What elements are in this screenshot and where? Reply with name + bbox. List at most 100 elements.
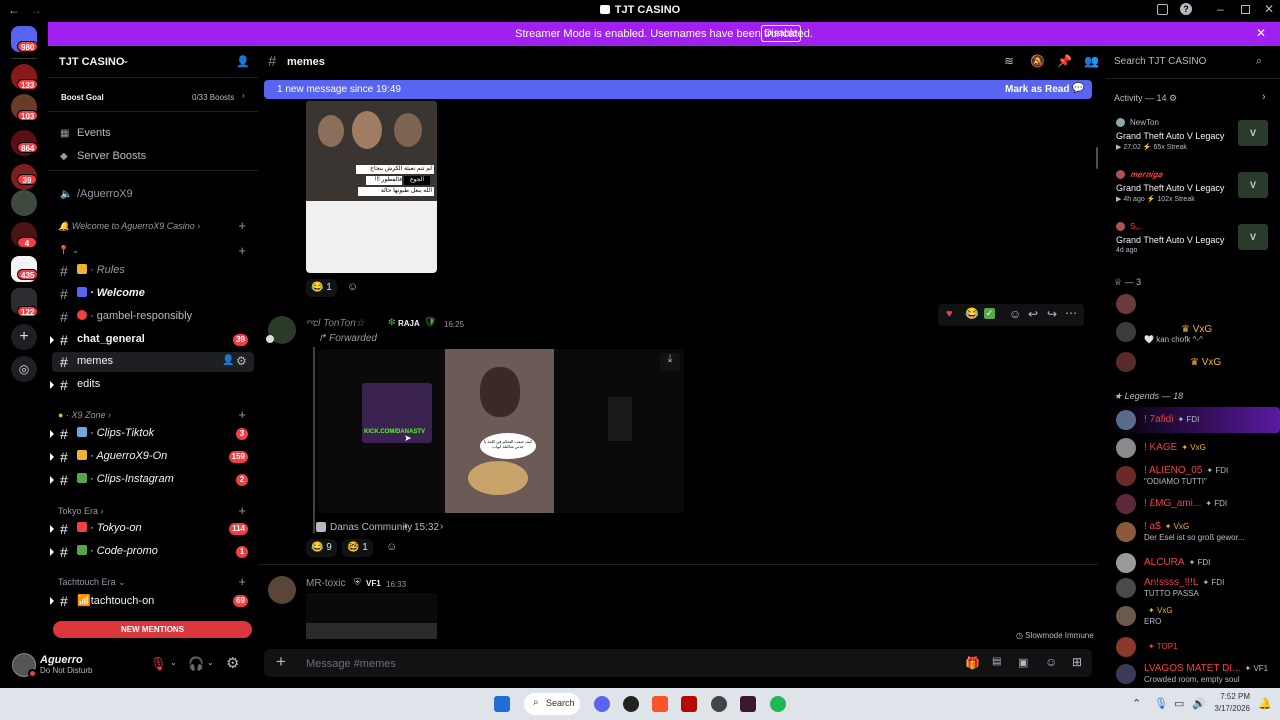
- notifications-icon[interactable]: 🔔: [1258, 697, 1272, 710]
- message-author[interactable]: MR-toxic: [306, 578, 345, 589]
- add-reaction-icon[interactable]: ☺: [1009, 307, 1021, 321]
- category-tachtouch[interactable]: Tachtouch Era ⌄: [58, 577, 126, 588]
- avatar[interactable]: [1116, 294, 1136, 314]
- new-mentions-pill[interactable]: NEW MENTIONS: [53, 621, 252, 638]
- disable-button[interactable]: Disable: [761, 25, 801, 42]
- notification-muted-icon[interactable]: 🔕: [1030, 54, 1045, 68]
- volume-icon[interactable]: 🔊: [1192, 697, 1206, 710]
- headset-deafened-icon[interactable]: 🎧: [188, 656, 204, 672]
- channel-edits[interactable]: # edits: [48, 375, 258, 395]
- brave-browser-icon[interactable]: [652, 696, 668, 712]
- discover-icon[interactable]: ◎: [11, 356, 37, 382]
- message-input[interactable]: Message #memes: [306, 658, 396, 670]
- avatar[interactable]: [1116, 322, 1136, 342]
- taskbar-search[interactable]: ⌕ Search: [524, 693, 580, 715]
- discord-app-icon[interactable]: [594, 696, 610, 712]
- member-row[interactable]: ! ALIENO_05 ✦ FDI "ODIAMO TUTTI": [1106, 463, 1280, 489]
- member-row[interactable]: An!ssss_!!!L ✦ FDI TUTTO PASSA: [1106, 575, 1280, 601]
- category-tokyo[interactable]: Tokyo Era ›: [58, 506, 104, 516]
- banner-close-icon[interactable]: ✕: [1256, 26, 1266, 40]
- channel-clips-instagram[interactable]: # · Clips-Instagram 2: [48, 470, 258, 490]
- attach-plus-icon[interactable]: +: [276, 652, 286, 672]
- message-image[interactable]: [306, 593, 437, 639]
- member-row[interactable]: ✦ TOP1: [1106, 634, 1280, 660]
- activity-item[interactable]: 𝒎𝒆𝒓𝒏𝒊𝒈𝒂 Grand Theft Auto V Legacy ▶ 4h a…: [1106, 168, 1280, 208]
- heart-reaction-icon[interactable]: ♥: [946, 308, 953, 320]
- channel-tachtouch-on[interactable]: # 📶tachtouch-on 69: [48, 591, 258, 611]
- member-list-icon[interactable]: 👥: [1084, 54, 1099, 68]
- sticker-icon[interactable]: ▣: [1018, 656, 1028, 669]
- meme-image[interactable]: لم تتم تعبئة الكرش بنجاح الجوع !!! فالفط…: [306, 101, 437, 273]
- member-row[interactable]: ! a$ ✦ VxG Der Esel ist so groß gewor...: [1106, 519, 1280, 545]
- check-reaction-icon[interactable]: ✓: [984, 308, 995, 319]
- app-icon[interactable]: [740, 696, 756, 712]
- add-reaction-icon[interactable]: ☺: [386, 541, 397, 553]
- gift-icon[interactable]: 🎁: [965, 656, 980, 670]
- chevron-up-icon[interactable]: ⌃: [1132, 697, 1141, 710]
- app-icon[interactable]: [623, 696, 639, 712]
- chevron-down-icon[interactable]: ⌄: [170, 658, 177, 667]
- reaction-chip[interactable]: 😂 1: [306, 279, 337, 297]
- forwarded-image[interactable]: KICK.COM/DANASTV كيف صعب التحكم في كلمة …: [318, 349, 684, 513]
- category-welcome[interactable]: 🔔 Welcome to AguerroX9 Casino ›: [58, 221, 200, 232]
- gear-icon[interactable]: ⚙: [226, 654, 239, 672]
- scrollbar[interactable]: [1096, 147, 1098, 169]
- message-author[interactable]: ᵛᵛcl TonTon☆: [306, 318, 365, 329]
- server-boosts-item[interactable]: ◆ Server Boosts: [48, 147, 258, 167]
- add-channel-icon[interactable]: +: [238, 407, 246, 422]
- search-input[interactable]: Search TJT CASINO ⌕: [1110, 52, 1270, 72]
- server-icon[interactable]: [11, 190, 37, 216]
- minimize-icon[interactable]: –: [1217, 2, 1224, 16]
- channel-welcome[interactable]: # · Welcome: [48, 284, 258, 304]
- channel-tokyo-on[interactable]: # · Tokyo-on 114: [48, 519, 258, 539]
- gear-icon[interactable]: ⚙: [236, 354, 247, 368]
- emoji-icon[interactable]: ☺: [1045, 655, 1057, 669]
- clock-time[interactable]: 7:52 PM: [1210, 692, 1250, 701]
- activity-header[interactable]: Activity — 14 ⚙: [1114, 93, 1177, 104]
- channel-gambel[interactable]: # · gambel-responsibly: [48, 307, 258, 327]
- pinned-messages-icon[interactable]: 📌: [1057, 54, 1072, 68]
- invite-icon[interactable]: 👤: [236, 55, 250, 68]
- add-channel-icon[interactable]: +: [238, 243, 246, 258]
- network-icon[interactable]: ▭: [1174, 697, 1184, 710]
- threads-icon[interactable]: ≋: [1004, 54, 1014, 68]
- apps-icon[interactable]: ⊞: [1072, 655, 1082, 669]
- invite-icon[interactable]: 👤: [222, 355, 234, 366]
- reply-icon[interactable]: ↩: [1028, 307, 1038, 321]
- maximize-icon[interactable]: [1241, 5, 1250, 14]
- clock-date[interactable]: 3/17/2026: [1210, 704, 1250, 713]
- reaction-chip[interactable]: 😂 9: [306, 539, 337, 557]
- start-icon[interactable]: [494, 696, 510, 712]
- mark-as-read-button[interactable]: Mark as Read: [1005, 84, 1069, 95]
- member-row[interactable]: ! £MG_ami... ✦ FDI: [1106, 491, 1280, 517]
- channel-aguerro-on[interactable]: # · AguerroX9-On 159: [48, 447, 258, 467]
- add-channel-icon[interactable]: +: [238, 218, 246, 233]
- help-icon[interactable]: ?: [1180, 3, 1192, 15]
- events-item[interactable]: ▦ Events: [48, 124, 258, 144]
- mic-icon[interactable]: 🎙: [1154, 697, 1168, 710]
- member-row[interactable]: ! 7afidi ✦ FDI: [1106, 407, 1280, 433]
- inbox-icon[interactable]: [1157, 4, 1168, 15]
- add-channel-icon[interactable]: +: [238, 503, 246, 518]
- chevron-right-icon[interactable]: ›: [1262, 91, 1266, 103]
- channel-code-promo[interactable]: # · Code-promo 1: [48, 542, 258, 562]
- server-header[interactable]: TJT CASINO ⌄ 👤: [48, 46, 258, 78]
- acrobat-icon[interactable]: [681, 696, 697, 712]
- close-icon[interactable]: ✕: [1264, 2, 1274, 16]
- channel-chat-general[interactable]: # chat_general 39: [48, 330, 258, 350]
- channel-agueros[interactable]: 🔈 /AguerroX9: [48, 185, 258, 205]
- add-server-icon[interactable]: +: [11, 324, 37, 350]
- channel-memes-selected[interactable]: # memes 👤 ⚙: [52, 352, 254, 372]
- add-channel-icon[interactable]: +: [238, 574, 246, 589]
- category-x9[interactable]: ● · X9 Zone ›: [58, 410, 111, 420]
- boost-goal[interactable]: Boost Goal 0/33 Boosts ›: [48, 88, 258, 108]
- new-messages-bar[interactable]: 1 new message since 19:49 Mark as Read 💬: [264, 80, 1092, 99]
- category-unnamed[interactable]: 📍 ⌄: [58, 245, 79, 256]
- app-icon[interactable]: [711, 696, 727, 712]
- download-icon[interactable]: ⤓: [660, 353, 680, 371]
- add-reaction-icon[interactable]: ☺: [347, 281, 358, 293]
- spotify-icon[interactable]: [770, 696, 786, 712]
- forward-source[interactable]: Danas Community: [330, 522, 412, 533]
- channel-clips-tiktok[interactable]: # · Clips-Tiktok 3: [48, 424, 258, 444]
- reaction-chip[interactable]: 🤓 1: [342, 539, 373, 557]
